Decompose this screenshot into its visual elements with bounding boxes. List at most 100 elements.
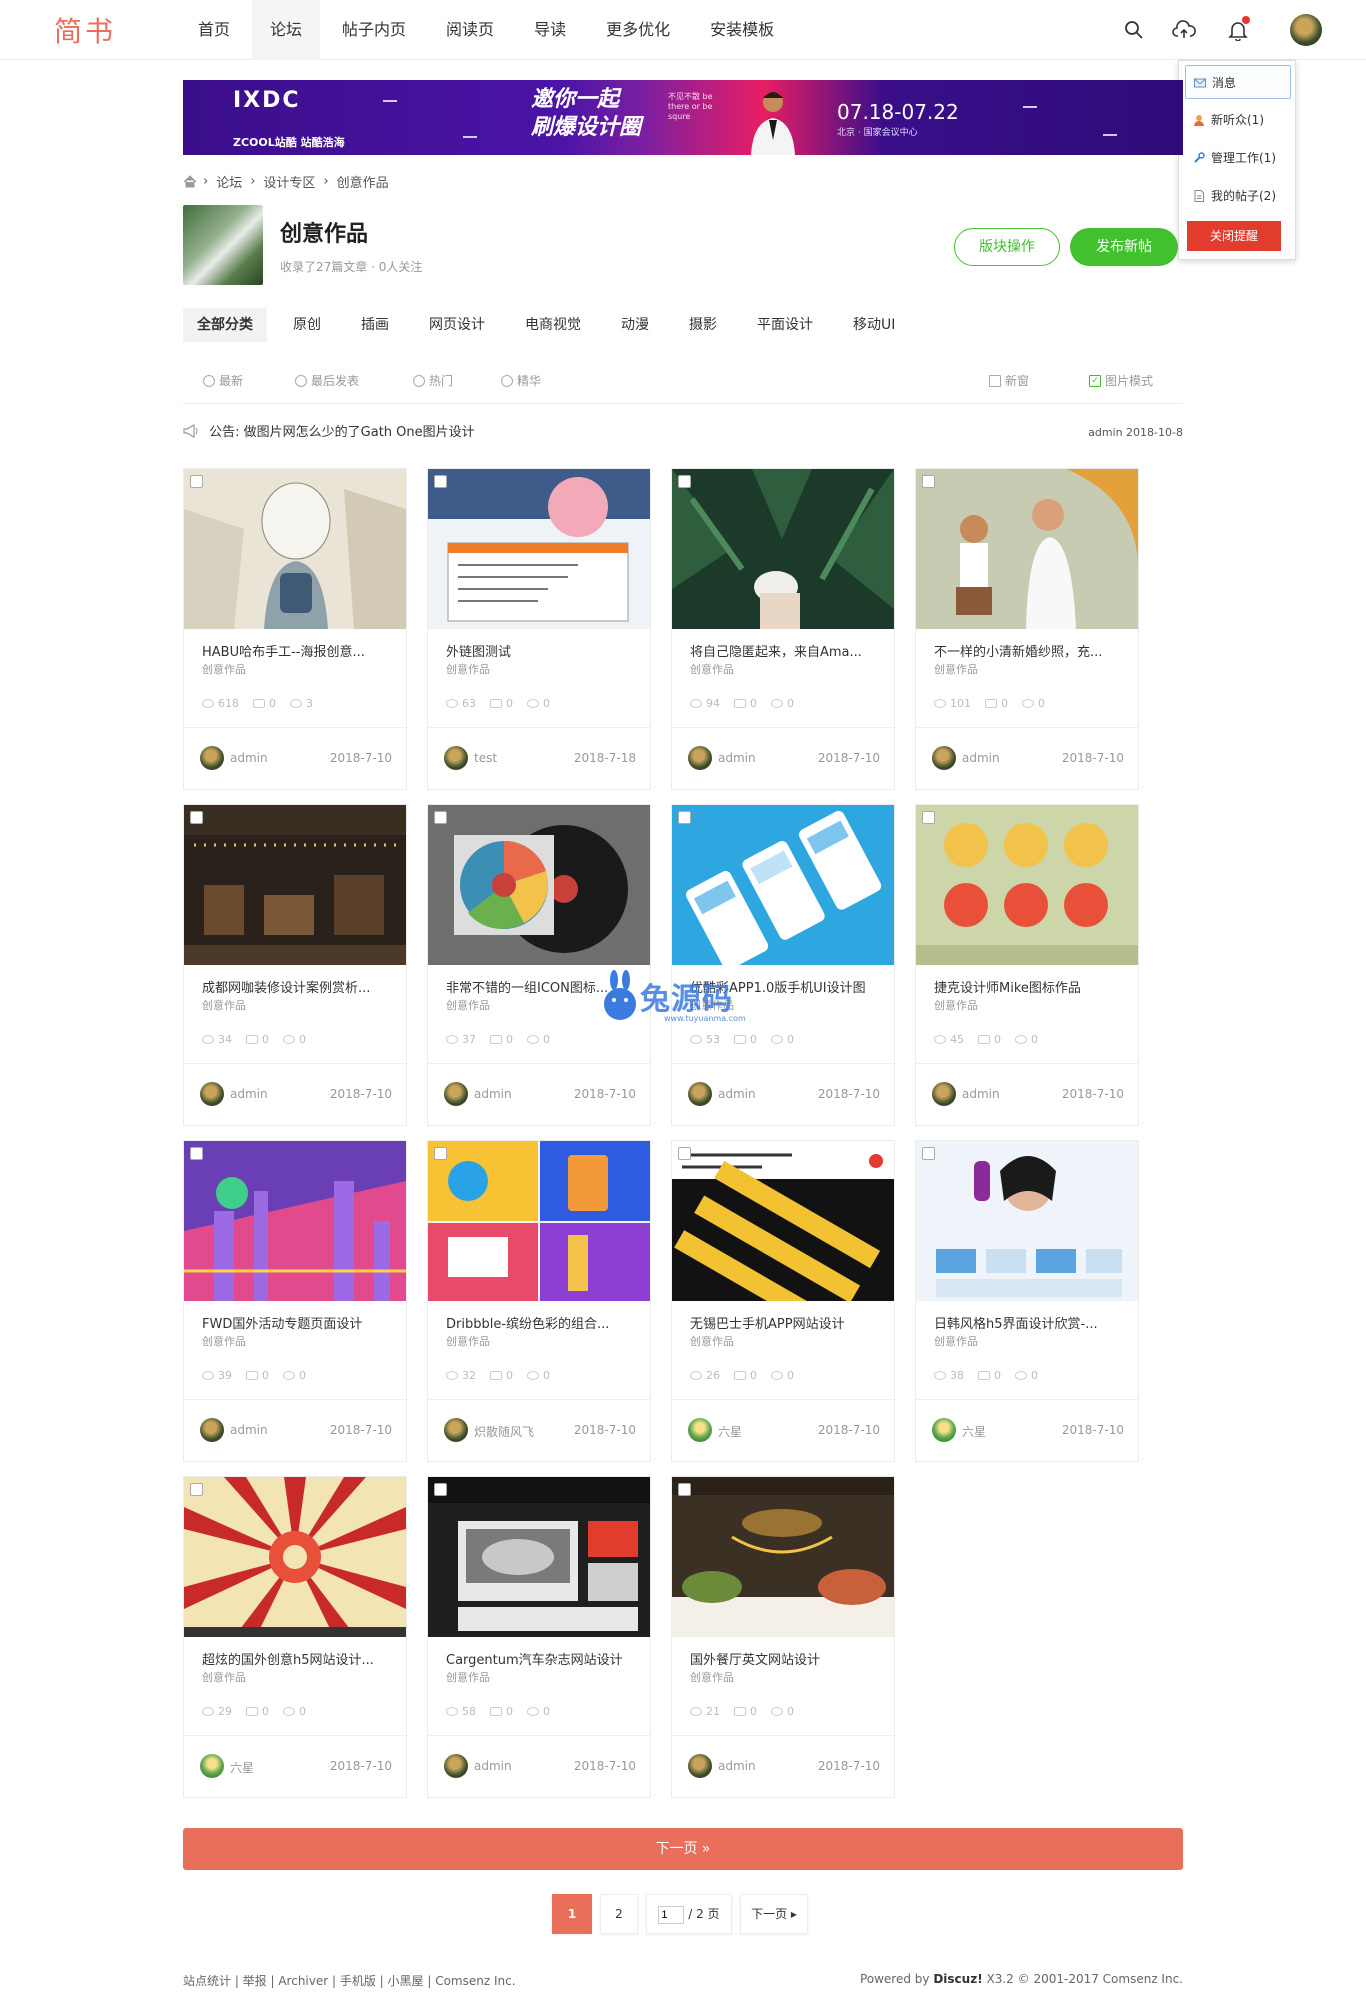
category-tab-8[interactable]: 移动UI [839,308,909,342]
post-select-checkbox[interactable] [434,1483,447,1496]
post-title[interactable]: 捷克设计师Mike图标作品 [934,977,1124,996]
notification-bell-icon[interactable] [1224,16,1252,44]
author-name[interactable]: admin [230,1423,268,1437]
nav-item-6[interactable]: 安装模板 [692,0,792,60]
discuz-link[interactable]: Discuz! [933,1972,982,1986]
user-avatar[interactable] [1290,14,1322,46]
dropdown-item-admin-work[interactable]: 管理工作(1) [1185,141,1291,175]
category-tab-0[interactable]: 全部分类 [183,308,267,342]
home-icon[interactable] [183,175,197,188]
author-name[interactable]: admin [962,1087,1000,1101]
post-thumbnail[interactable] [184,1141,406,1301]
upload-cloud-icon[interactable] [1170,16,1198,44]
dropdown-item-new-listeners[interactable]: 新听众(1) [1185,103,1291,137]
post-select-checkbox[interactable] [190,811,203,824]
post-select-checkbox[interactable] [434,1147,447,1160]
post-thumbnail[interactable] [672,805,894,965]
post-card[interactable]: 外链图测试 创意作品 63 0 0 test 2018-7-18 [427,468,651,790]
announcement-text[interactable]: 公告: 做图片网怎么少的了Gath One图片设计 [209,425,475,440]
post-title[interactable]: 将自己隐匿起来，来自Ama... [690,641,880,660]
dropdown-item-my-posts[interactable]: 我的帖子(2) [1185,179,1291,213]
category-tab-7[interactable]: 平面设计 [743,308,827,342]
author-name[interactable]: admin [718,751,756,765]
nav-item-2[interactable]: 帖子内页 [324,0,424,60]
forum-manage-button[interactable]: 版块操作 [954,228,1060,266]
footer-links[interactable]: 站点统计 | 举报 | Archiver | 手机版 | 小黑屋 | Comse… [183,1972,516,1989]
post-select-checkbox[interactable] [922,475,935,488]
post-card[interactable]: 捷克设计师Mike图标作品 创意作品 45 0 0 admin 2018-7-10 [915,804,1139,1126]
post-category[interactable]: 创意作品 [934,1333,978,1349]
filter-essence[interactable]: 精华 [501,372,541,389]
category-tab-6[interactable]: 摄影 [675,308,731,342]
breadcrumb-design-zone[interactable]: 设计专区 [263,172,315,191]
post-category[interactable]: 创意作品 [446,1669,490,1685]
post-thumbnail[interactable] [428,1141,650,1301]
post-select-checkbox[interactable] [434,475,447,488]
author-name[interactable]: admin [474,1087,512,1101]
post-card[interactable]: 将自己隐匿起来，来自Ama... 创意作品 94 0 0 admin 2018-7-10 [671,468,895,790]
post-card[interactable]: 无锡巴士手机APP网站设计 创意作品 26 0 0 六星 2018-7-10 [671,1140,895,1462]
category-tab-2[interactable]: 插画 [347,308,403,342]
author-avatar[interactable] [688,1082,712,1106]
post-card[interactable]: 国外餐厅英文网站设计 创意作品 21 0 0 admin 2018-7-10 [671,1476,895,1798]
author-avatar[interactable] [688,1754,712,1778]
author-avatar[interactable] [444,1754,468,1778]
image-mode-toggle[interactable]: ✓ 图片模式 [1089,372,1153,389]
author-avatar[interactable] [200,1418,224,1442]
dropdown-item-messages[interactable]: 消息 [1185,65,1291,99]
post-select-checkbox[interactable] [922,811,935,824]
post-title[interactable]: 超炫的国外创意h5网站设计... [202,1649,392,1668]
site-logo[interactable]: 简书 [54,10,116,50]
post-thumbnail[interactable] [916,1141,1138,1301]
post-thumbnail[interactable] [672,1141,894,1301]
ad-banner[interactable]: IXDC ZCOOL站酷 站酷浩海 邀你一起 刷爆设计圈 不见不散 be ther… [183,80,1183,155]
author-avatar[interactable] [444,1418,468,1442]
post-category[interactable]: 创意作品 [690,1669,734,1685]
author-avatar[interactable] [200,1754,224,1778]
nav-item-1[interactable]: 论坛 [252,0,321,60]
post-title[interactable]: 不一样的小清新婚纱照，充... [934,641,1124,660]
post-title[interactable]: 外链图测试 [446,641,636,660]
post-card[interactable]: 优酷彩APP1.0版手机UI设计图 创意作品 53 0 0 admin 2018-7-10 [671,804,895,1126]
author-name[interactable]: admin [962,751,1000,765]
post-card[interactable]: 成都网咖装修设计案例赏析... 创意作品 34 0 0 admin 2018-7-10 [183,804,407,1126]
post-category[interactable]: 创意作品 [202,1669,246,1685]
post-title[interactable]: FWD国外活动专题页面设计 [202,1313,392,1332]
nav-item-5[interactable]: 更多优化 [588,0,688,60]
post-thumbnail[interactable] [916,469,1138,629]
post-thumbnail[interactable] [672,469,894,629]
category-tab-1[interactable]: 原创 [279,308,335,342]
author-name[interactable]: 炽散随风飞 [474,1423,534,1440]
post-title[interactable]: 无锡巴士手机APP网站设计 [690,1313,880,1332]
post-card[interactable]: 日韩风格h5界面设计欣赏-... 创意作品 38 0 0 六星 2018-7-10 [915,1140,1139,1462]
new-post-button[interactable]: 发布新帖 [1070,228,1178,266]
post-card[interactable]: 非常不错的一组ICON图标... 创意作品 37 0 0 admin 2018-7-10 [427,804,651,1126]
page-1-button[interactable]: 1 [552,1894,592,1934]
post-category[interactable]: 创意作品 [446,997,490,1013]
category-tab-3[interactable]: 网页设计 [415,308,499,342]
post-category[interactable]: 创意作品 [202,1333,246,1349]
post-category[interactable]: 创意作品 [690,661,734,677]
author-avatar[interactable] [200,1082,224,1106]
author-name[interactable]: test [474,751,497,765]
page-2-button[interactable]: 2 [600,1894,638,1934]
post-thumbnail[interactable] [428,805,650,965]
post-select-checkbox[interactable] [190,1483,203,1496]
post-thumbnail[interactable] [428,469,650,629]
search-icon[interactable] [1120,16,1148,44]
post-title[interactable]: HABU哈布手工--海报创意... [202,641,392,660]
post-select-checkbox[interactable] [678,1483,691,1496]
page-jump-input[interactable] [658,1905,685,1924]
post-thumbnail[interactable] [916,805,1138,965]
post-thumbnail[interactable] [184,1477,406,1637]
post-category[interactable]: 创意作品 [446,1333,490,1349]
author-name[interactable]: admin [474,1759,512,1773]
post-category[interactable]: 创意作品 [934,661,978,677]
post-select-checkbox[interactable] [678,475,691,488]
author-name[interactable]: 六星 [718,1423,742,1440]
post-card[interactable]: 超炫的国外创意h5网站设计... 创意作品 29 0 0 六星 2018-7-10 [183,1476,407,1798]
post-select-checkbox[interactable] [434,811,447,824]
breadcrumb-forum[interactable]: 论坛 [216,172,242,191]
post-title[interactable]: Cargentum汽车杂志网站设计 [446,1649,636,1668]
author-avatar[interactable] [688,1418,712,1442]
